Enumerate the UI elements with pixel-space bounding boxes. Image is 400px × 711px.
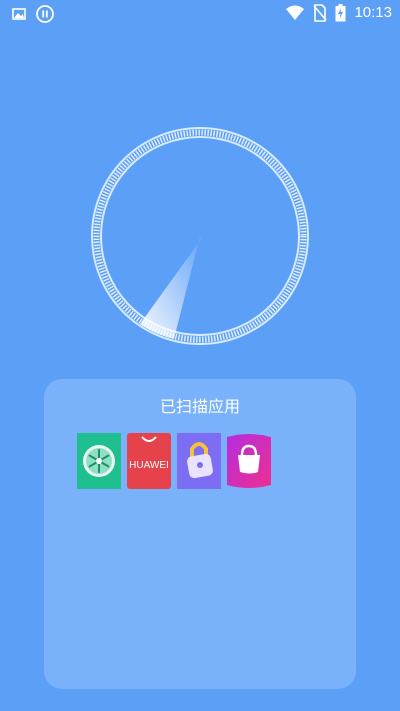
huawei-appgallery-icon: HUAWEI (127, 433, 171, 489)
panel-title: 已扫描应用 (159, 397, 240, 416)
radar-scanner (88, 124, 312, 348)
battery-charging-icon (335, 4, 346, 22)
huawei-logo-text: HUAWEI (129, 460, 169, 471)
app-shopping-bag[interactable] (227, 433, 271, 489)
app-snowflake[interactable] (77, 433, 121, 489)
status-time: 10:13 (354, 4, 392, 21)
pause-circle-icon (36, 5, 54, 23)
scanned-apps-panel: 已扫描应用 HUAWEI (44, 379, 356, 689)
snowflake-app-icon (77, 433, 121, 489)
wifi-icon (285, 5, 305, 21)
no-sim-icon (313, 4, 328, 22)
radar-sweep (140, 236, 202, 339)
shopping-bag-icon (227, 434, 271, 488)
scanned-app-list: HUAWEI (77, 433, 271, 489)
lock-app-icon (177, 433, 221, 489)
app-lock[interactable] (177, 433, 221, 489)
app-huawei-appgallery[interactable]: HUAWEI (127, 433, 171, 489)
image-icon (12, 7, 26, 21)
status-bar: 10:13 (0, 0, 400, 28)
